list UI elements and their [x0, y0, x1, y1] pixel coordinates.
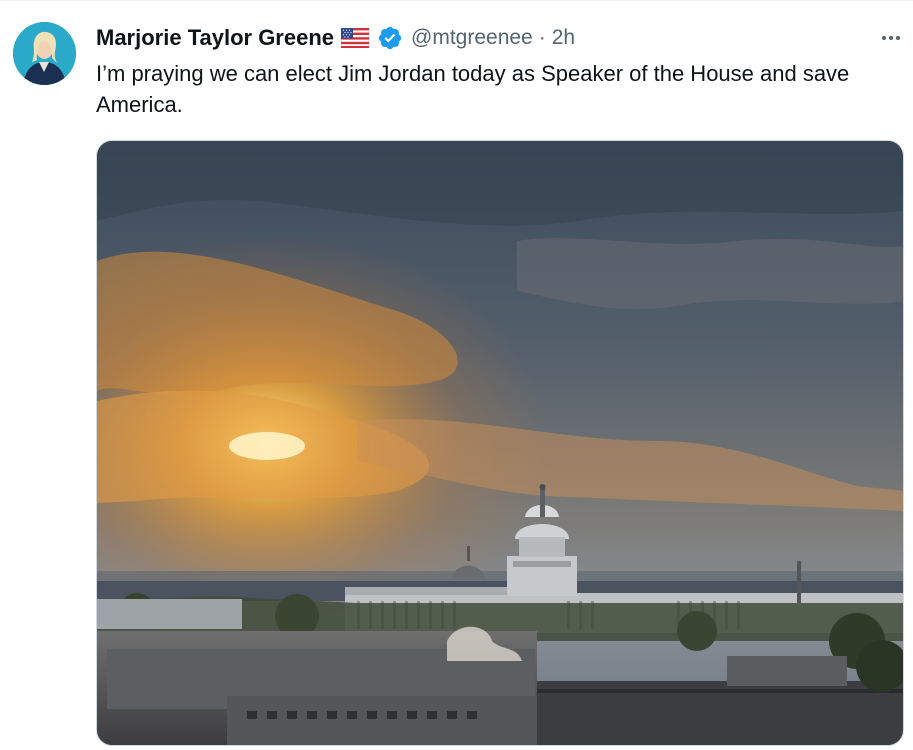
display-name[interactable]: Marjorie Taylor Greene	[96, 25, 334, 51]
handle[interactable]: @mtgreenee	[411, 26, 533, 50]
more-dot	[889, 36, 893, 40]
top-divider	[0, 0, 913, 1]
tweet-header: Marjorie Taylor Greene @mtgreenee · 2h	[96, 22, 575, 54]
timestamp[interactable]: 2h	[552, 26, 575, 50]
tweet-text: I’m praying we can elect Jim Jordan toda…	[96, 61, 850, 117]
more-dot	[896, 36, 900, 40]
tweet-photo[interactable]	[96, 140, 904, 746]
avatar-image	[13, 22, 76, 85]
more-dot	[882, 36, 886, 40]
more-options-icon[interactable]	[874, 26, 908, 50]
avatar[interactable]	[13, 22, 76, 85]
separator-dot: ·	[538, 26, 546, 49]
verified-badge-icon[interactable]	[377, 25, 403, 51]
us-flag-icon	[340, 27, 370, 49]
capitol-sunrise-photo	[97, 141, 903, 745]
